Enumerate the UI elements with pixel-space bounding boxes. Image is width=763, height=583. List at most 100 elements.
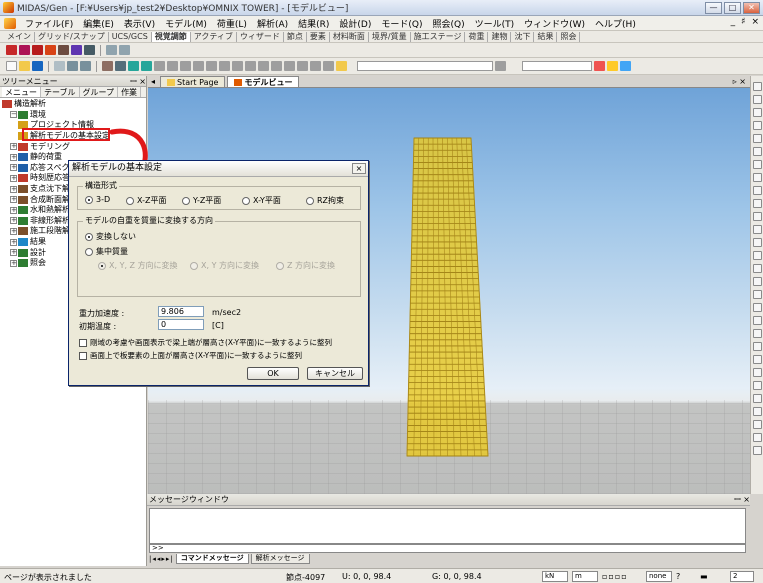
light-icon[interactable] <box>71 45 82 55</box>
tab-material-section[interactable]: 材料断面 <box>330 31 369 42</box>
cancel-button[interactable]: キャンセル <box>307 367 363 380</box>
frame-view-icon[interactable] <box>119 45 130 55</box>
expand-icon[interactable]: + <box>10 143 17 151</box>
vtool-icon-4[interactable] <box>752 121 762 130</box>
dialog-close-button[interactable]: × <box>352 163 366 174</box>
tab-work[interactable]: 作業 <box>118 87 142 97</box>
radio-lumped-mass[interactable]: 集中質量 <box>85 246 128 257</box>
tab-command-message[interactable]: コマンドメッセージ <box>175 554 249 564</box>
vtool-icon-18[interactable] <box>752 303 762 312</box>
expand-icon[interactable]: + <box>10 196 17 204</box>
tab-settlement[interactable]: 沈下 <box>511 31 535 42</box>
tab-table[interactable]: テーブル <box>41 87 80 97</box>
polygon-select-icon[interactable] <box>180 61 191 71</box>
vtool-icon-24[interactable] <box>752 381 762 390</box>
unselect-icon[interactable] <box>193 61 204 71</box>
snap-select[interactable]: none <box>646 571 672 582</box>
expand-icon[interactable]: + <box>10 153 17 161</box>
tab-active[interactable]: アクティブ <box>191 31 237 42</box>
iso-view-icon[interactable] <box>245 61 256 71</box>
force-unit-select[interactable]: kN <box>542 571 568 582</box>
zoom-icon[interactable] <box>115 61 126 71</box>
print-icon[interactable] <box>102 61 113 71</box>
menu-load[interactable]: 荷重(L) <box>212 17 252 30</box>
radio-xyz-direction[interactable]: X, Y, Z 方向に変換 <box>98 260 178 271</box>
node-number-icon[interactable] <box>310 61 321 71</box>
vtool-icon-8[interactable] <box>752 173 762 182</box>
vtool-icon-13[interactable] <box>752 238 762 247</box>
vtool-icon-7[interactable] <box>752 160 762 169</box>
radio-no-conversion[interactable]: 変換しない <box>85 231 136 242</box>
menu-edit[interactable]: 編集(E) <box>78 17 119 30</box>
hidden-icon[interactable] <box>45 45 56 55</box>
vtool-icon-6[interactable] <box>752 147 762 156</box>
radio-xy-direction[interactable]: X, Y 方向に変換 <box>190 260 259 271</box>
vtool-icon-28[interactable] <box>752 433 762 442</box>
menu-file[interactable]: ファイル(F) <box>20 17 78 30</box>
vtool-icon-29[interactable] <box>752 446 762 455</box>
tab-wizard[interactable]: ウィザード <box>237 31 284 42</box>
top-view-icon[interactable] <box>271 61 282 71</box>
plate-align-checkbox[interactable]: 画面上で板要素の上面が層高さ(X-Y平面)に一致するように整列 <box>79 350 302 361</box>
command-prompt[interactable]: >> <box>149 544 746 553</box>
menu-analysis[interactable]: 解析(A) <box>252 17 293 30</box>
tab-group[interactable]: グループ <box>80 87 119 97</box>
length-unit-select[interactable]: m <box>572 571 598 582</box>
perspective-icon[interactable] <box>58 45 69 55</box>
tab-results[interactable]: 結果 <box>534 31 558 42</box>
expand-icon[interactable]: + <box>10 164 17 172</box>
display-icon[interactable] <box>6 45 17 55</box>
pan-icon[interactable] <box>128 61 139 71</box>
minimize-button[interactable]: — <box>705 2 722 14</box>
cut-icon[interactable] <box>54 61 65 71</box>
select-icon[interactable] <box>154 61 165 71</box>
tree-menu-pin-button[interactable]: ꟷ × <box>130 76 146 87</box>
inactivate-icon[interactable] <box>219 61 230 71</box>
menu-design[interactable]: 設計(D) <box>334 17 376 30</box>
initial-temp-field[interactable]: 0 <box>158 319 204 330</box>
vtool-icon-21[interactable] <box>752 342 762 351</box>
doc-minimize-button[interactable]: _ <box>731 17 736 27</box>
expand-icon[interactable]: + <box>10 238 17 246</box>
tab-load[interactable]: 荷重 <box>465 31 489 42</box>
vtool-icon-14[interactable] <box>752 251 762 260</box>
message-window-pin-button[interactable]: ꟷ × <box>734 494 750 505</box>
menu-results[interactable]: 結果(R) <box>293 17 334 30</box>
tab-scroll-left-icon[interactable]: ◂ <box>148 77 158 86</box>
radio-xy-plane[interactable]: X-Y平面 <box>242 195 281 206</box>
menu-help[interactable]: ヘルプ(H) <box>590 17 641 30</box>
expand-icon[interactable]: + <box>10 217 17 225</box>
view-tabs-controls[interactable]: ▹ × <box>733 77 750 86</box>
status-color-icon[interactable]: ▬ <box>700 572 708 581</box>
active-all-icon[interactable] <box>232 61 243 71</box>
menu-mode[interactable]: モード(Q) <box>376 17 427 30</box>
front-view-icon[interactable] <box>258 61 269 71</box>
tab-boundary-mass[interactable]: 境界/質量 <box>369 31 411 42</box>
vtool-icon-12[interactable] <box>752 225 762 234</box>
expand-icon[interactable]: + <box>10 185 17 193</box>
radio-yz-plane[interactable]: Y-Z平面 <box>182 195 221 206</box>
vtool-icon-15[interactable] <box>752 264 762 273</box>
vtool-icon-26[interactable] <box>752 407 762 416</box>
vtool-icon-20[interactable] <box>752 329 762 338</box>
calc-icon[interactable] <box>594 61 605 71</box>
menu-view[interactable]: 表示(V) <box>119 17 160 30</box>
model-view-icon[interactable] <box>106 45 117 55</box>
tab-element[interactable]: 要素 <box>307 31 330 42</box>
expand-icon[interactable]: + <box>10 259 17 267</box>
mesh-icon[interactable] <box>84 45 95 55</box>
vtool-icon-25[interactable] <box>752 394 762 403</box>
new-file-icon[interactable] <box>6 61 17 71</box>
vtool-icon-5[interactable] <box>752 134 762 143</box>
command-combo[interactable] <box>357 61 493 71</box>
vtool-icon-11[interactable] <box>752 212 762 221</box>
unit-combo[interactable] <box>522 61 592 71</box>
lock-icon[interactable] <box>607 61 618 71</box>
grid-icon[interactable] <box>620 61 631 71</box>
tab-analysis-message[interactable]: 解析メッセージ <box>250 554 310 564</box>
menu-window[interactable]: ウィンドウ(W) <box>519 17 590 30</box>
beam-align-checkbox[interactable]: 剛域の考慮や画面表示で梁上端が層高さ(X-Y平面)に一致するように整列 <box>79 337 332 348</box>
vtool-icon-19[interactable] <box>752 316 762 325</box>
vtool-icon-9[interactable] <box>752 186 762 195</box>
status-tool-icons[interactable]: ▫▫▫▫ <box>602 572 628 581</box>
